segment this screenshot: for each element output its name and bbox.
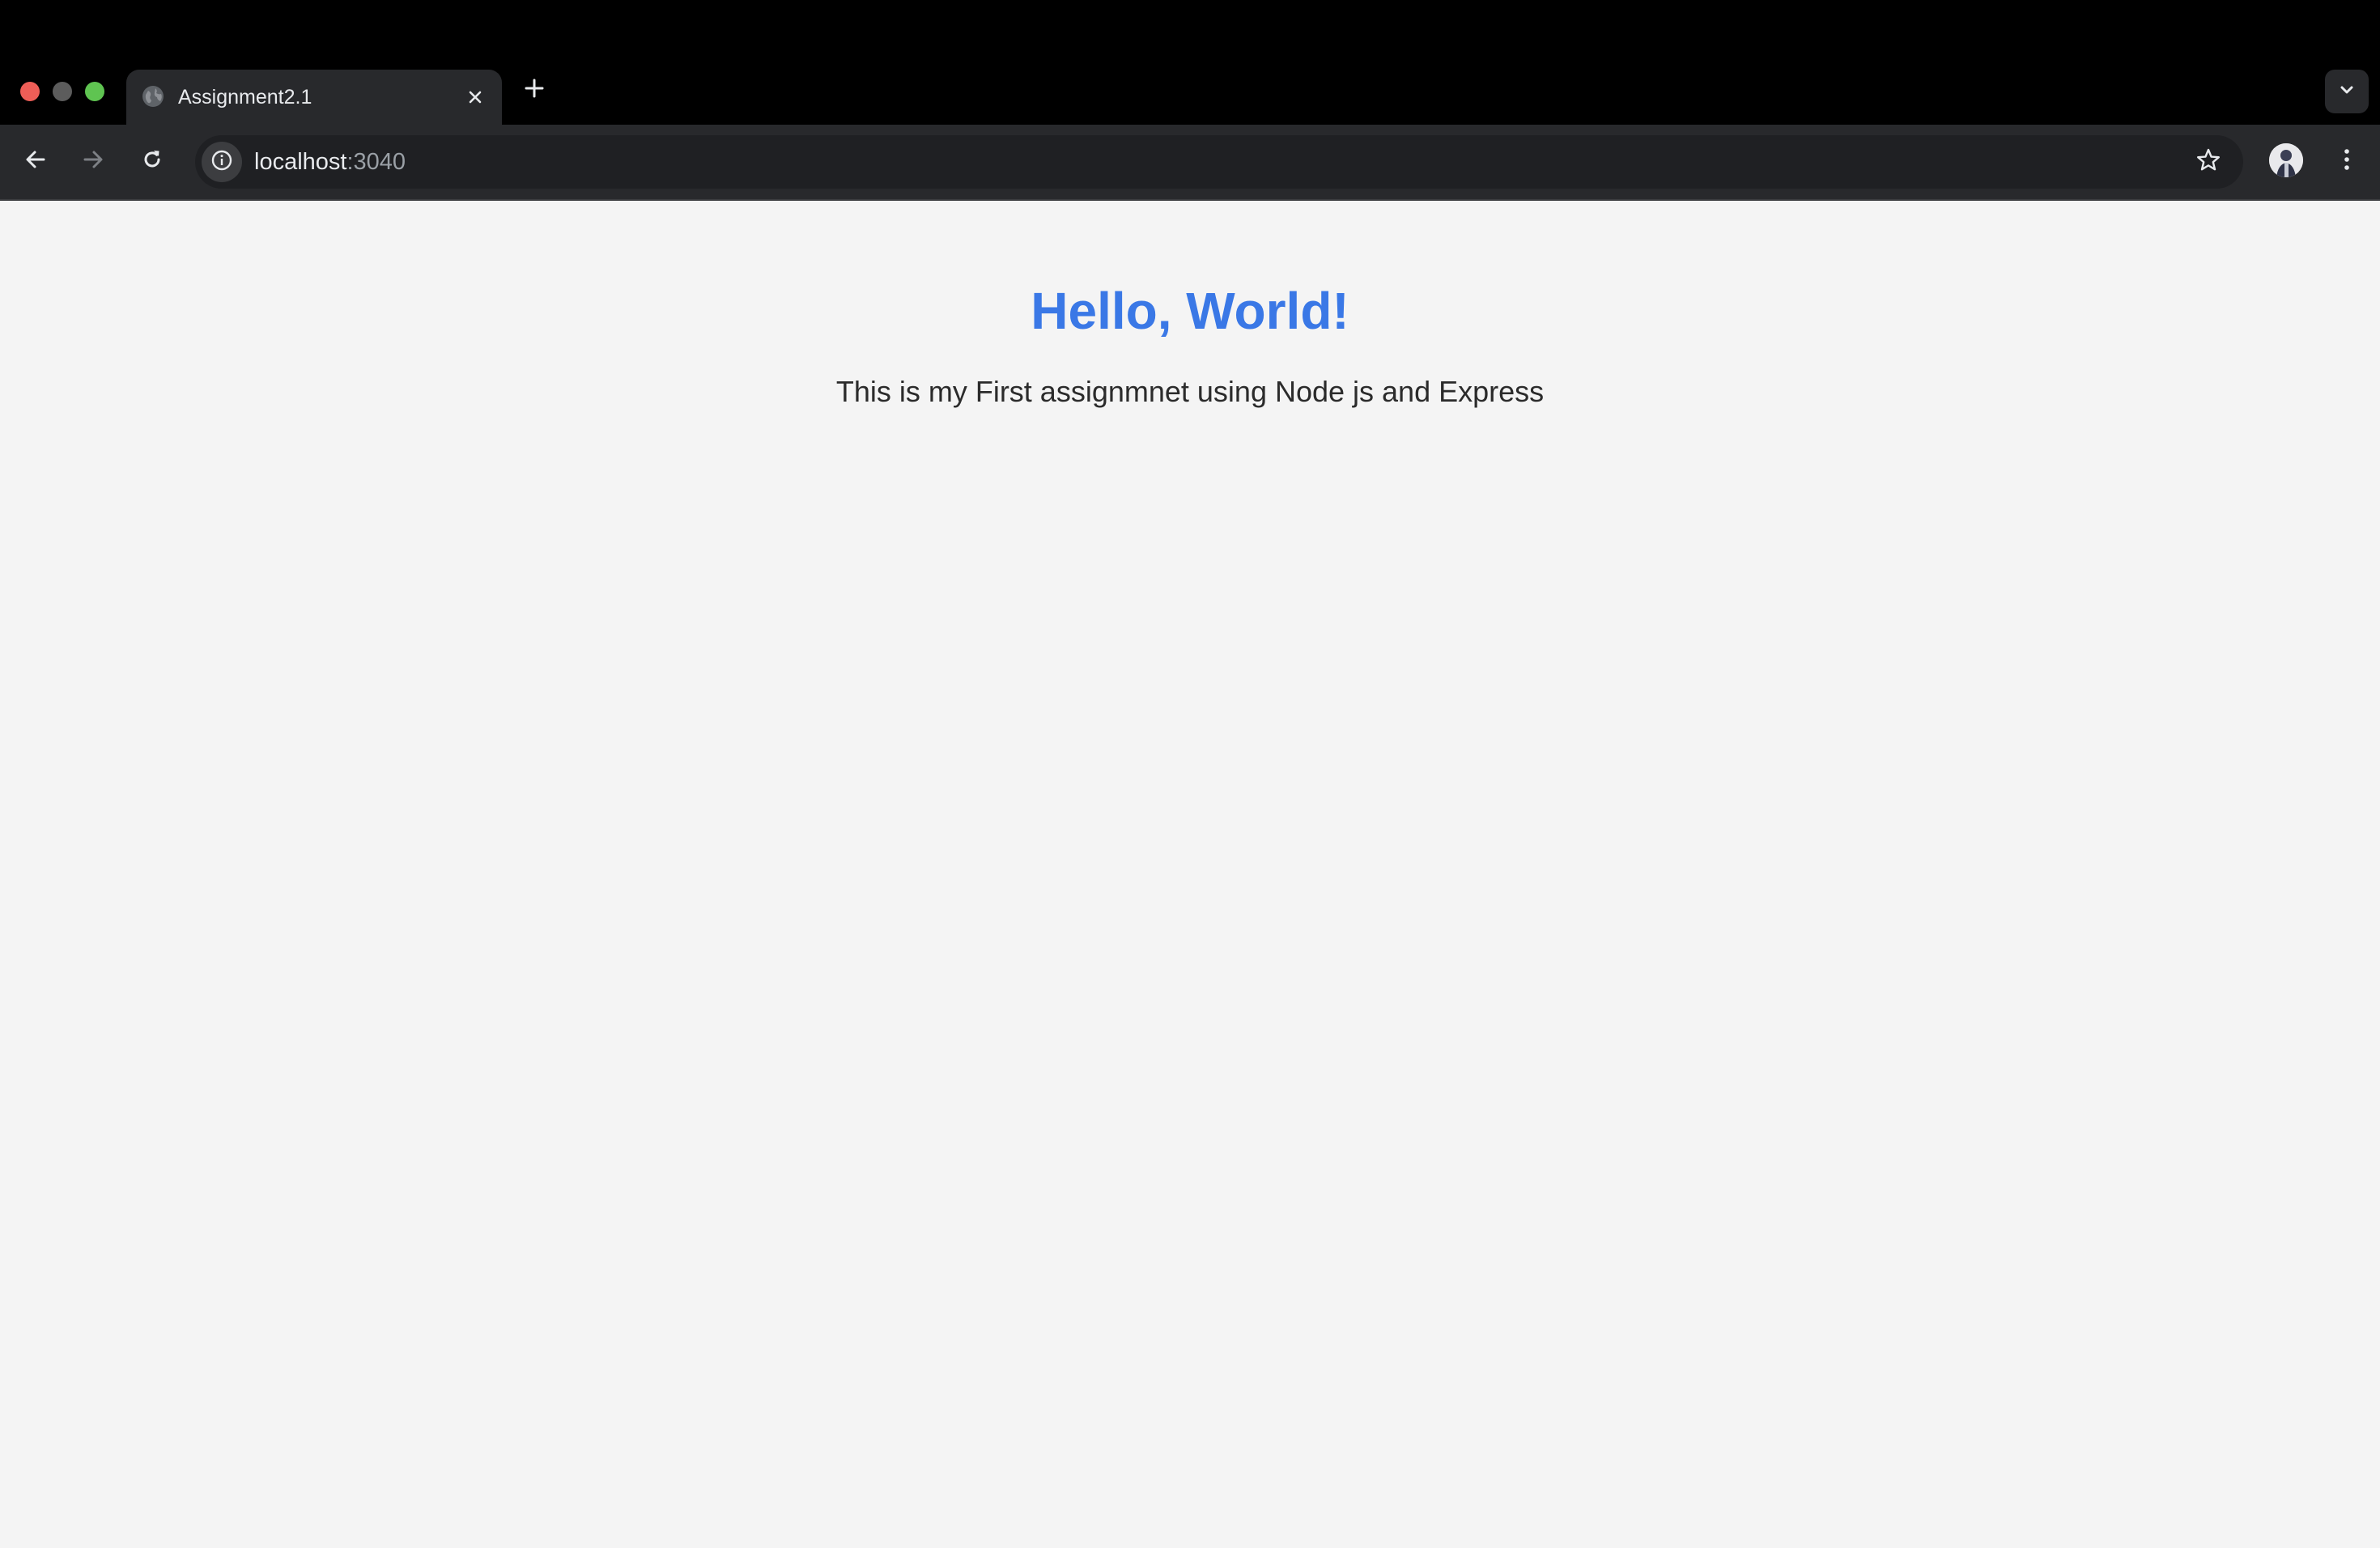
close-icon[interactable]: [461, 83, 489, 111]
tab-strip: Assignment2.1: [0, 0, 2380, 125]
reload-icon: [140, 147, 164, 176]
browser-menu-button[interactable]: [2327, 141, 2367, 181]
page-heading: Hello, World!: [1031, 282, 1349, 340]
url-host: localhost: [254, 149, 347, 175]
window-minimize-button[interactable]: [53, 82, 72, 101]
new-tab-button[interactable]: [519, 74, 550, 105]
tab-title: Assignment2.1: [178, 86, 312, 108]
avatar[interactable]: [2269, 143, 2303, 177]
globe-icon: [141, 84, 165, 108]
chevron-down-icon: [2338, 81, 2356, 103]
arrow-left-icon: [23, 147, 48, 176]
site-info-button[interactable]: [202, 142, 242, 182]
back-button[interactable]: [15, 141, 56, 181]
url-text[interactable]: localhost:3040: [254, 147, 406, 177]
tab-search-button[interactable]: [2325, 70, 2369, 113]
browser-window: Assignment2.1 localhost:3040 Hello, Worl…: [0, 0, 2380, 1548]
reload-button[interactable]: [132, 141, 172, 181]
toolbar: localhost:3040: [0, 125, 2380, 199]
info-icon: [210, 149, 233, 176]
tab-active[interactable]: Assignment2.1: [126, 70, 502, 125]
window-close-button[interactable]: [20, 82, 40, 101]
forward-button[interactable]: [73, 141, 113, 181]
url-port: :3040: [346, 149, 406, 175]
arrow-right-icon: [81, 147, 105, 176]
address-bar[interactable]: localhost:3040: [195, 135, 2243, 189]
plus-icon: [524, 78, 545, 103]
window-maximize-button[interactable]: [85, 82, 104, 101]
bookmark-button[interactable]: [2191, 145, 2225, 179]
page-viewport: Hello, World! This is my First assignmne…: [0, 201, 2380, 1548]
star-icon: [2195, 147, 2221, 177]
kebab-menu-icon: [2343, 147, 2351, 176]
page-paragraph: This is my First assignmnet using Node j…: [835, 375, 1545, 408]
